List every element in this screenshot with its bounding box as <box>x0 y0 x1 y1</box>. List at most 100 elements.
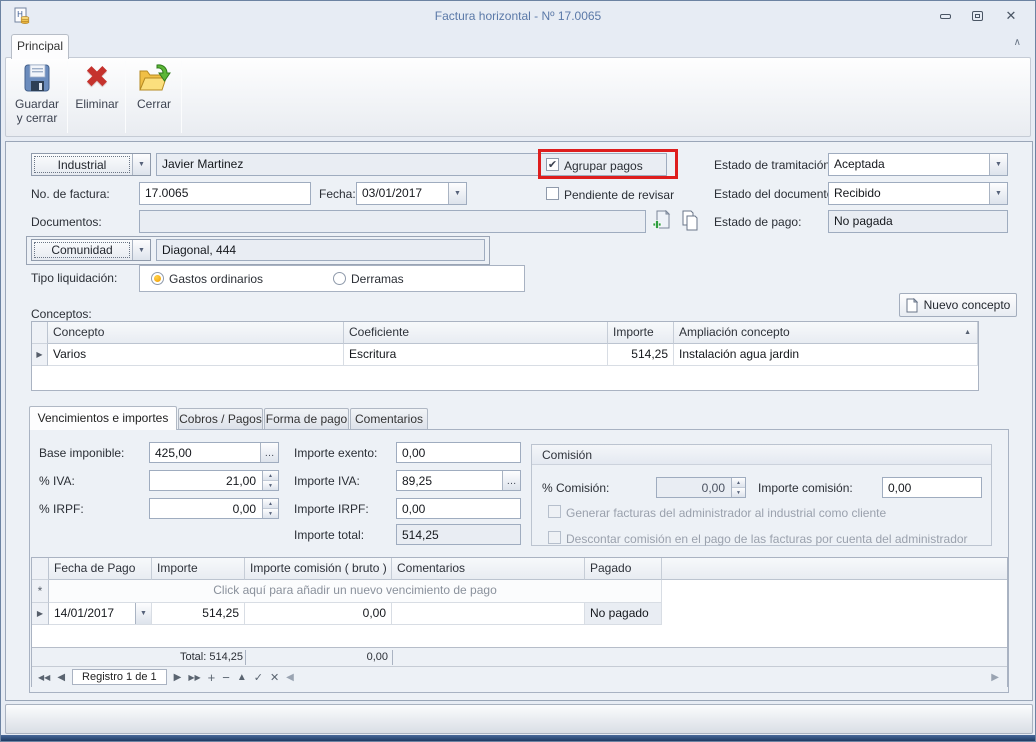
pct-iva-spinner[interactable]: ▲▼ <box>262 471 278 490</box>
pct-irpf-spinner[interactable]: ▲▼ <box>262 499 278 518</box>
col-importe-comision[interactable]: Importe comisión ( bruto ) <box>245 558 392 580</box>
tab-forma-pago[interactable]: Forma de pago <box>264 408 349 430</box>
pct-comision-label: % Comisión: <box>542 481 609 495</box>
pago-row[interactable]: ▶ 14/01/2017 ▼ 514,25 0,00 No pagado <box>32 603 1007 625</box>
spin-down-icon[interactable]: ▼ <box>263 480 278 490</box>
col-ampliacion[interactable]: Ampliación concepto ▲ <box>674 322 978 344</box>
col-ampliacion-label: Ampliación concepto <box>679 325 790 339</box>
nav-prev-button[interactable]: ◀ <box>57 672 65 683</box>
pct-irpf-value: 0,00 <box>233 502 256 516</box>
scroll-right-button[interactable]: ▶ <box>991 672 999 683</box>
importe-iva-value: 89,25 <box>402 474 432 488</box>
sort-ascending-icon: ▲ <box>964 329 971 336</box>
pendiente-revisar-checkbox[interactable] <box>546 187 559 200</box>
estado-documento-combo[interactable]: Recibido ▼ <box>828 182 1008 205</box>
nav-first-button[interactable]: ◀◀ <box>38 673 50 682</box>
copy-document-button[interactable] <box>679 210 701 233</box>
spin-up-icon[interactable]: ▲ <box>263 471 278 480</box>
cell-pagado[interactable]: No pagado <box>585 603 662 625</box>
documentos-field[interactable] <box>139 210 646 233</box>
close-form-label: Cerrar <box>137 97 171 111</box>
add-document-icon <box>651 210 673 233</box>
col-coeficiente[interactable]: Coeficiente <box>344 322 608 344</box>
importe-comision-field[interactable]: 0,00 <box>882 477 982 498</box>
comunidad-selector-button[interactable]: Comunidad ▼ <box>31 239 151 261</box>
minimize-button[interactable] <box>935 8 955 24</box>
cell-importe[interactable]: 514,25 <box>608 344 674 366</box>
comunidad-button-label: Comunidad <box>34 242 130 258</box>
estado-documento-dropdown-icon[interactable]: ▼ <box>989 183 1007 204</box>
delete-button[interactable]: ✖ Eliminar <box>71 59 123 135</box>
col-importe-pago[interactable]: Importe <box>152 558 245 580</box>
importe-irpf-field[interactable]: 0,00 <box>396 498 521 519</box>
tab-cobros-pagos[interactable]: Cobros / Pagos <box>178 408 263 430</box>
col-importe[interactable]: Importe <box>608 322 674 344</box>
radio-gastos-ordinarios-label: Gastos ordinarios <box>169 272 263 286</box>
industrial-dropdown-icon[interactable]: ▼ <box>132 154 150 175</box>
new-row-hint[interactable]: Click aquí para añadir un nuevo vencimie… <box>49 580 662 603</box>
col-comentarios[interactable]: Comentarios <box>392 558 585 580</box>
ribbon-separator <box>181 61 182 133</box>
base-imponible-field[interactable]: 425,00 … <box>149 442 279 463</box>
minimize-icon <box>940 14 951 19</box>
fecha-pago-dropdown-icon[interactable]: ▼ <box>135 603 151 624</box>
col-concepto[interactable]: Concepto <box>48 322 344 344</box>
cell-comentarios[interactable] <box>392 603 585 625</box>
nav-last-button[interactable]: ▶▶ <box>188 673 200 682</box>
no-factura-field[interactable]: 17.0065 <box>139 182 311 205</box>
industrial-selector-button[interactable]: Industrial ▼ <box>31 153 151 176</box>
nav-next-button[interactable]: ▶ <box>174 672 182 683</box>
conceptos-label: Conceptos: <box>31 307 92 321</box>
close-button[interactable]: ✕ <box>1001 8 1021 24</box>
radio-gastos-ordinarios[interactable] <box>151 272 164 285</box>
spin-down-icon[interactable]: ▼ <box>263 508 278 518</box>
pct-iva-field[interactable]: 21,00 ▲▼ <box>149 470 279 491</box>
fecha-dropdown-icon[interactable]: ▼ <box>448 183 466 204</box>
nav-cancel-button[interactable]: ✕ <box>270 671 279 684</box>
restore-button[interactable] <box>967 8 987 24</box>
nav-remove-button[interactable]: − <box>222 670 230 685</box>
conceptos-row[interactable]: ▶ Varios Escritura 514,25 Instalación ag… <box>32 344 978 366</box>
new-row[interactable]: * Click aquí para añadir un nuevo vencim… <box>32 580 1007 603</box>
nuevo-concepto-button[interactable]: Nuevo concepto <box>899 293 1017 317</box>
nav-add-button[interactable]: + <box>208 670 216 685</box>
importe-iva-field[interactable]: 89,25 … <box>396 470 521 491</box>
importe-iva-ellipsis-button[interactable]: … <box>502 471 520 490</box>
comunidad-dropdown-icon[interactable]: ▼ <box>132 240 150 260</box>
nav-edit-button[interactable]: ▲ <box>237 672 247 683</box>
col-pagado[interactable]: Pagado <box>585 558 662 580</box>
cell-fecha-pago[interactable]: 14/01/2017 ▼ <box>49 603 152 625</box>
tab-comentarios[interactable]: Comentarios <box>350 408 428 430</box>
comunidad-field[interactable]: Diagonal, 444 <box>156 239 485 261</box>
ribbon-collapse-icon[interactable]: ∧ <box>1014 37 1021 48</box>
save-label-line2: y cerrar <box>17 111 58 125</box>
cell-coeficiente[interactable]: Escritura <box>344 344 608 366</box>
estado-tramitacion-combo[interactable]: Aceptada ▼ <box>828 153 1008 176</box>
pct-irpf-field[interactable]: 0,00 ▲▼ <box>149 498 279 519</box>
importe-total-label: Importe total: <box>294 528 364 542</box>
importe-exento-field[interactable]: 0,00 <box>396 442 521 463</box>
cell-ampliacion[interactable]: Instalación agua jardin <box>674 344 978 366</box>
nav-endedit-button[interactable]: ✓ <box>254 671 263 684</box>
spin-up-icon[interactable]: ▲ <box>263 499 278 508</box>
tab-vencimientos[interactable]: Vencimientos e importes <box>29 406 177 430</box>
add-document-button[interactable] <box>651 210 673 233</box>
record-navigator: ◀◀ ◀ Registro 1 de 1 ▶ ▶▶ + − ▲ ✓ ✕ ◀ ▶ <box>32 666 1007 687</box>
ribbon-tab-principal[interactable]: Principal <box>11 34 69 59</box>
col-fecha-pago[interactable]: Fecha de Pago <box>49 558 152 580</box>
descontar-comision-label: Descontar comisión en el pago de las fac… <box>566 532 968 546</box>
documentos-label: Documentos: <box>31 215 102 229</box>
base-imponible-ellipsis-button[interactable]: … <box>260 443 278 462</box>
save-and-close-button[interactable]: Guardar y cerrar <box>9 59 65 135</box>
close-icon: ✕ <box>1006 8 1017 24</box>
scroll-left-button[interactable]: ◀ <box>286 672 294 683</box>
total-comision: 0,00 <box>248 651 388 663</box>
cell-importe-comision[interactable]: 0,00 <box>245 603 392 625</box>
agrupar-pagos-checkbox[interactable]: ✔ <box>546 158 559 171</box>
fecha-combo[interactable]: 03/01/2017 ▼ <box>356 182 467 205</box>
close-form-button[interactable]: Cerrar <box>129 59 179 135</box>
cell-importe-pago[interactable]: 514,25 <box>152 603 245 625</box>
estado-tramitacion-dropdown-icon[interactable]: ▼ <box>989 154 1007 175</box>
radio-derramas[interactable] <box>333 272 346 285</box>
cell-concepto[interactable]: Varios <box>48 344 344 366</box>
